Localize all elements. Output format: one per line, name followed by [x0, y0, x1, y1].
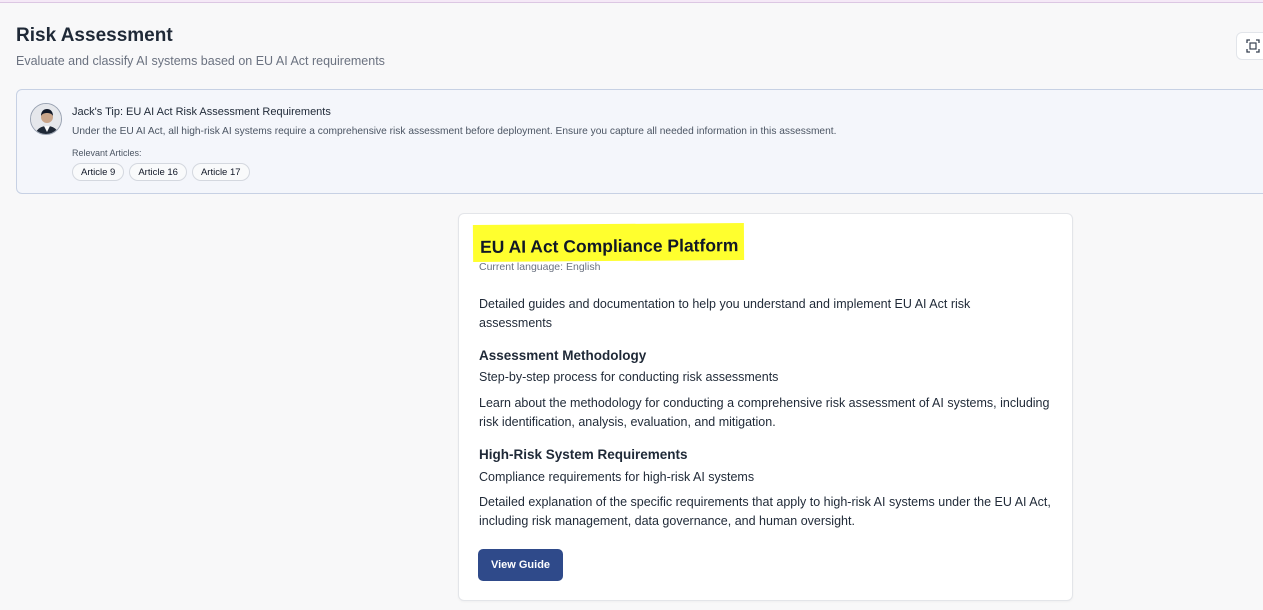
- card-intro: Detailed guides and documentation to hel…: [479, 297, 971, 330]
- article-chip-9[interactable]: Article 9: [72, 163, 125, 181]
- page-subtitle: Evaluate and classify AI systems based o…: [16, 54, 385, 68]
- section-body-methodology: Learn about the methodology for conducti…: [479, 396, 1050, 429]
- article-chip-17[interactable]: Article 17: [191, 163, 250, 181]
- relevant-articles-label: Relevant Articles:: [72, 148, 142, 158]
- user-avatar: [30, 103, 62, 135]
- card-title: EU AI Act Compliance Platform: [479, 235, 739, 257]
- section-heading-methodology: Assessment Methodology: [479, 348, 647, 363]
- section-body-high-risk: Detailed explanation of the specific req…: [479, 495, 1051, 528]
- view-guide-button[interactable]: View Guide: [478, 549, 563, 581]
- top-accent-bar: [0, 0, 1263, 3]
- article-chip-16[interactable]: Article 16: [129, 163, 187, 181]
- screenshot-scan-icon: [1246, 39, 1260, 53]
- tip-box: Jack's Tip: EU AI Act Risk Assessment Re…: [16, 89, 1263, 194]
- screenshot-button[interactable]: [1236, 32, 1263, 60]
- title-highlight: EU AI Act Compliance Platform: [472, 223, 745, 262]
- section-heading-high-risk: High-Risk System Requirements: [479, 447, 688, 462]
- section-subheading-methodology: Step-by-step process for conducting risk…: [479, 370, 779, 384]
- tip-text: Under the EU AI Act, all high-risk AI sy…: [72, 126, 837, 137]
- guide-card: EU AI Act Compliance Platform Current la…: [458, 213, 1073, 601]
- page-title: Risk Assessment: [16, 25, 173, 46]
- current-language: Current language: English: [479, 261, 601, 273]
- tip-title: Jack's Tip: EU AI Act Risk Assessment Re…: [72, 106, 331, 118]
- article-chip-list: Article 9 Article 16 Article 17: [72, 163, 250, 181]
- section-subheading-high-risk: Compliance requirements for high-risk AI…: [479, 470, 755, 484]
